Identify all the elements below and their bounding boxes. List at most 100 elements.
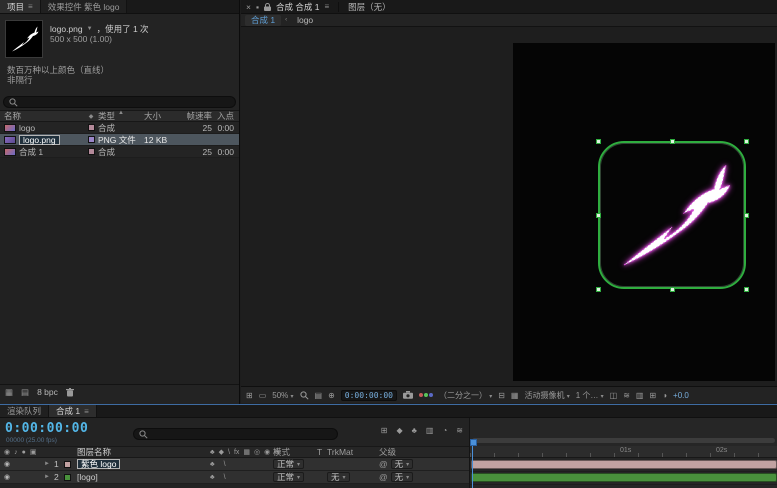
selection-handle[interactable]: [744, 287, 749, 292]
mode-dropdown[interactable]: 正常▾: [273, 459, 304, 469]
col-size[interactable]: 大小: [144, 110, 178, 122]
col-inpoint[interactable]: 入点: [212, 110, 239, 122]
col-mode[interactable]: 模式: [273, 446, 317, 458]
label-chip[interactable]: [88, 148, 95, 155]
motion-blur-icon[interactable]: ◔: [442, 426, 447, 435]
col-layer-name[interactable]: 图层名称: [77, 446, 207, 458]
transparency-grid-icon[interactable]: ▦: [511, 391, 519, 400]
layer-bar-1[interactable]: [471, 460, 777, 469]
show-channels-icon[interactable]: [419, 393, 433, 397]
tab-effect-controls[interactable]: 效果控件 紫色 logo: [41, 0, 128, 13]
col-name[interactable]: 名称: [0, 110, 84, 122]
fit-view-icon[interactable]: ⊞: [246, 391, 253, 400]
parent-dropdown[interactable]: 无▾: [391, 472, 414, 482]
eye-icon[interactable]: ◉: [4, 460, 10, 468]
lock-icon[interactable]: [264, 3, 271, 11]
shy-toggle-icon[interactable]: ♣: [210, 461, 215, 468]
panel-menu-icon[interactable]: ≡: [324, 2, 329, 11]
shy-switch-icon[interactable]: ♣: [210, 449, 215, 456]
resolution-dropdown[interactable]: （二分之一） ▾: [439, 390, 492, 401]
viewer-timecode[interactable]: 0:00:00:00: [341, 390, 397, 401]
col-framerate[interactable]: 帧速率: [178, 110, 212, 122]
tab-render-queue[interactable]: 渲染队列: [0, 405, 49, 417]
snapshot-camera-icon[interactable]: [403, 391, 413, 399]
panel-menu-icon[interactable]: ≡: [28, 2, 33, 11]
zoom-dropdown[interactable]: 50% ▾: [272, 391, 293, 400]
col-trkmat[interactable]: TrkMat: [327, 447, 379, 457]
mask-visibility-icon[interactable]: ⊕: [328, 391, 335, 400]
selection-handle[interactable]: [670, 139, 675, 144]
col-type[interactable]: 类型: [98, 110, 115, 122]
project-row-comp1[interactable]: 合成 1 合成 25 0:00: [0, 146, 239, 158]
fx-switch-icon[interactable]: fx: [234, 449, 239, 456]
current-time-display[interactable]: 0:00:00:00: [5, 421, 88, 436]
twirl-icon[interactable]: ►: [44, 474, 54, 480]
time-navigator[interactable]: [472, 438, 775, 443]
composition-canvas[interactable]: [513, 43, 775, 381]
composition-viewer[interactable]: [241, 27, 777, 386]
close-icon[interactable]: ×: [246, 2, 251, 12]
shy-layers-icon[interactable]: ♣: [412, 426, 417, 435]
comp-mini-flow-icon[interactable]: ⊞: [381, 426, 388, 435]
panel-menu-icon[interactable]: ≡: [84, 407, 89, 416]
label-chip[interactable]: [88, 136, 95, 143]
timeline-track-area[interactable]: 01s 02s: [470, 418, 777, 488]
exposure-value[interactable]: +0.0: [673, 391, 689, 400]
layer-row-2[interactable]: ◉ ► 2 [logo] ♣ \ 正常▾ 无▾ @: [0, 471, 469, 484]
item-name-editing[interactable]: logo.png: [19, 135, 60, 145]
view-layout-dropdown[interactable]: 1 个… ▾: [576, 390, 604, 401]
project-row-logo[interactable]: logo 合成 25 0:00: [0, 122, 239, 134]
adjustment-switch-icon[interactable]: ◉: [264, 448, 270, 456]
frame-blend-icon[interactable]: ▥: [426, 426, 434, 435]
shy-toggle-icon[interactable]: ♣: [210, 474, 215, 481]
frame-blend-switch-icon[interactable]: ▦: [243, 448, 250, 456]
selection-handle[interactable]: [744, 213, 749, 218]
layer-name[interactable]: [logo]: [77, 472, 207, 482]
eye-column-icon[interactable]: ◉: [4, 448, 10, 456]
project-list-empty-area[interactable]: [0, 158, 239, 384]
label-chip[interactable]: [88, 124, 95, 131]
selection-handle[interactable]: [596, 287, 601, 292]
footage-thumbnail[interactable]: [5, 20, 43, 58]
trash-icon[interactable]: [66, 388, 74, 397]
tab-timeline-comp1[interactable]: 合成 1 ≡: [49, 405, 97, 417]
tab-composition-label[interactable]: 合成 合成 1: [276, 1, 319, 13]
magnifier-icon[interactable]: [300, 391, 309, 400]
layer-bar-2[interactable]: [471, 473, 777, 482]
selection-handle[interactable]: [596, 139, 601, 144]
twirl-icon[interactable]: ►: [44, 461, 54, 467]
list-view-icon[interactable]: ▦: [5, 387, 13, 398]
project-search-input[interactable]: [3, 96, 236, 108]
bit-depth-indicator[interactable]: 8 bpc: [37, 387, 58, 397]
fast-preview-icon[interactable]: ≋: [623, 391, 630, 400]
comp-flow-icon[interactable]: ⊞: [649, 391, 656, 400]
timeline-search-input[interactable]: [133, 428, 338, 440]
audio-column-icon[interactable]: ♪: [14, 449, 18, 456]
pickwhip-icon[interactable]: @: [379, 459, 388, 469]
label-chip[interactable]: [64, 461, 71, 468]
current-time-indicator-handle[interactable]: [470, 439, 477, 446]
pickwhip-icon[interactable]: @: [379, 472, 388, 482]
graph-editor-icon[interactable]: ≋: [456, 426, 463, 435]
rulers-icon[interactable]: ▤: [315, 391, 323, 400]
monitor-icon[interactable]: ▭: [259, 391, 267, 400]
viewer-tab-comp1[interactable]: 合成 1: [245, 15, 281, 26]
region-of-interest-icon[interactable]: ⊟: [498, 391, 505, 400]
quality-switch-icon[interactable]: \: [228, 449, 230, 456]
viewer-tab-logo[interactable]: logo: [291, 15, 319, 26]
tab-layer-none[interactable]: 图层（无）: [348, 1, 391, 13]
quality-toggle-icon[interactable]: \: [224, 474, 226, 481]
selection-handle[interactable]: [596, 213, 601, 218]
caret-down-icon[interactable]: ▼: [87, 26, 93, 32]
parent-dropdown[interactable]: 无▾: [391, 459, 414, 469]
draft-3d-icon[interactable]: ◆: [396, 426, 402, 435]
current-time-indicator-line[interactable]: [472, 439, 473, 488]
thumbnail-view-icon[interactable]: ▤: [21, 387, 29, 398]
selection-handle[interactable]: [670, 287, 675, 292]
selected-layer-bounds[interactable]: [598, 141, 746, 289]
motion-blur-switch-icon[interactable]: ◎: [254, 448, 260, 456]
firefly-ship-logo[interactable]: [612, 155, 732, 275]
active-camera-dropdown[interactable]: 活动摄像机 ▾: [524, 390, 569, 401]
lock-column-icon[interactable]: ▣: [30, 448, 37, 456]
project-table-header[interactable]: 名称 ◆ 类型 ▲ 大小 帧速率 入点: [0, 110, 239, 122]
